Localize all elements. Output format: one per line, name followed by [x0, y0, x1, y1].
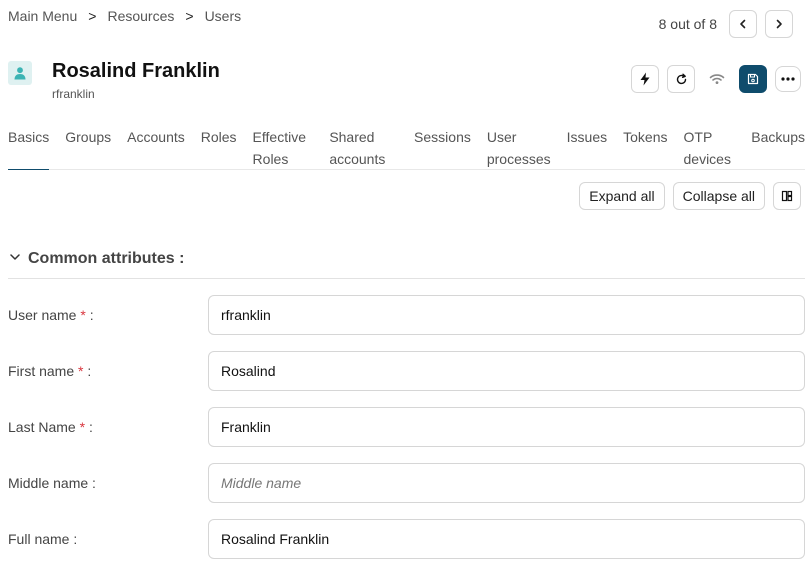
- tab-user-processes[interactable]: User processes: [487, 126, 551, 169]
- tab-accounts[interactable]: Accounts: [127, 126, 185, 169]
- breadcrumb-separator: >: [88, 8, 97, 24]
- refresh-icon: [676, 73, 686, 84]
- tab-issues[interactable]: Issues: [567, 126, 607, 169]
- connection-status: [703, 65, 731, 93]
- columns-icon: [781, 190, 793, 202]
- field-colon: :: [92, 475, 96, 491]
- wifi-icon: [709, 74, 725, 84]
- tab-sessions[interactable]: Sessions: [414, 126, 471, 169]
- required-marker: *: [80, 307, 86, 323]
- field-label-text: First name: [8, 363, 75, 379]
- record-count: 8 out of 8: [658, 16, 717, 32]
- breadcrumb-users[interactable]: Users: [205, 8, 242, 24]
- username-label: User name * :: [8, 307, 208, 323]
- field-label-text: Full name: [8, 531, 70, 547]
- required-marker: *: [79, 419, 86, 435]
- first-name-label: First name * :: [8, 363, 208, 379]
- breadcrumb: Main Menu > Resources > Users: [8, 8, 241, 24]
- field-colon: :: [87, 363, 92, 379]
- record-pager: 8 out of 8: [659, 10, 793, 38]
- breadcrumb-separator: >: [185, 8, 194, 24]
- collapse-all-button[interactable]: Collapse all: [672, 182, 765, 210]
- layout-toggle-button[interactable]: [773, 182, 801, 210]
- tab-effective-roles[interactable]: Effective Roles: [253, 126, 314, 169]
- field-row-username: User name * :: [8, 295, 805, 335]
- save-button[interactable]: [739, 65, 767, 93]
- next-record-button[interactable]: [765, 10, 793, 38]
- more-horizontal-icon: [781, 77, 795, 81]
- user-icon: [14, 67, 26, 80]
- breadcrumb-resources[interactable]: Resources: [107, 8, 174, 24]
- full-name-input[interactable]: [208, 519, 805, 559]
- field-label-text: Middle name: [8, 475, 89, 491]
- field-row-full-name: Full name :: [8, 519, 805, 559]
- chevron-left-icon: [740, 19, 746, 29]
- field-row-middle-name: Middle name :: [8, 463, 805, 503]
- tab-bar: Basics Groups Accounts Roles Effective R…: [8, 126, 805, 170]
- field-label-text: User name: [8, 307, 77, 323]
- breadcrumb-main-menu[interactable]: Main Menu: [8, 8, 77, 24]
- tab-groups[interactable]: Groups: [65, 126, 111, 169]
- tab-otp-devices[interactable]: OTP devices: [684, 126, 736, 169]
- common-attributes-section-header[interactable]: Common attributes :: [8, 248, 805, 279]
- lightning-icon: [640, 72, 650, 86]
- tab-roles[interactable]: Roles: [201, 126, 237, 169]
- field-colon: :: [88, 419, 93, 435]
- chevron-down-icon: [10, 254, 20, 260]
- field-row-last-name: Last Name * :: [8, 407, 805, 447]
- chevron-right-icon: [776, 19, 782, 29]
- full-name-label: Full name :: [8, 531, 208, 547]
- previous-record-button[interactable]: [729, 10, 757, 38]
- more-actions-button[interactable]: [775, 66, 801, 92]
- required-marker: *: [78, 363, 84, 379]
- expand-all-button[interactable]: Expand all: [579, 182, 665, 210]
- field-row-first-name: First name * :: [8, 351, 805, 391]
- tab-backups[interactable]: Backups: [751, 126, 805, 169]
- middle-name-label: Middle name :: [8, 475, 208, 491]
- section-toolbar: Expand all Collapse all: [579, 182, 801, 210]
- field-colon: :: [73, 531, 78, 547]
- field-label-text: Last Name: [8, 419, 76, 435]
- tab-shared-accounts[interactable]: Shared accounts: [329, 126, 398, 169]
- refresh-button[interactable]: [667, 65, 695, 93]
- tab-basics[interactable]: Basics: [8, 126, 50, 170]
- page-subtitle: rfranklin: [52, 87, 95, 101]
- middle-name-input[interactable]: [208, 463, 805, 503]
- tab-tokens[interactable]: Tokens: [623, 126, 667, 169]
- last-name-label: Last Name * :: [8, 419, 208, 435]
- last-name-input[interactable]: [208, 407, 805, 447]
- field-colon: :: [89, 307, 94, 323]
- record-actions: [623, 65, 801, 93]
- save-icon: [747, 73, 759, 85]
- section-title: Common attributes :: [28, 250, 185, 267]
- first-name-input[interactable]: [208, 351, 805, 391]
- page-title: Rosalind Franklin: [52, 60, 220, 82]
- avatar: [8, 61, 32, 85]
- quick-action-button[interactable]: [631, 65, 659, 93]
- username-input[interactable]: [208, 295, 805, 335]
